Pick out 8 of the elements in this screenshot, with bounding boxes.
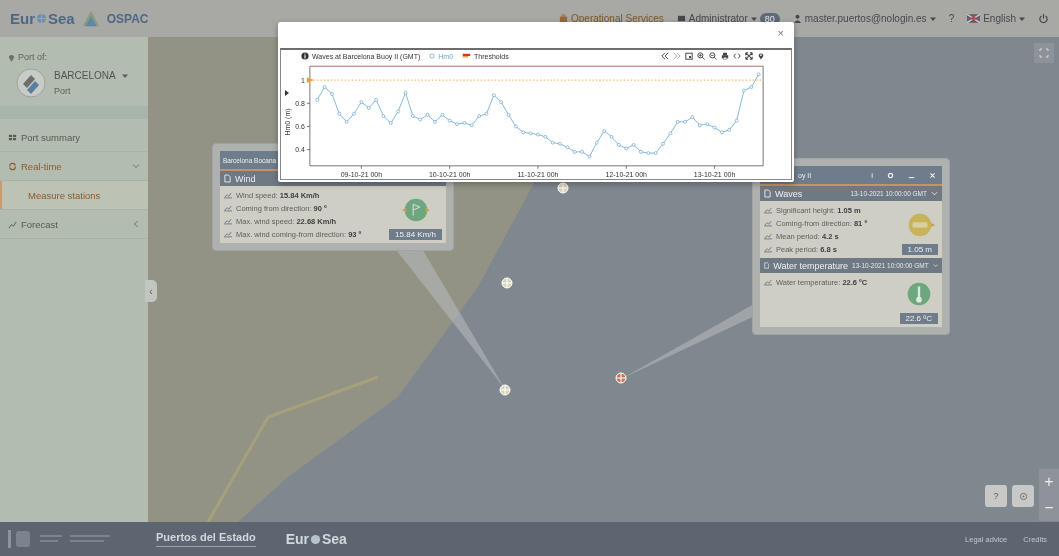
reading-badge: 1.05 m (901, 244, 938, 255)
euresea-logo: Eur Sea (285, 531, 347, 547)
reading-badge: 22.6 ºC (899, 313, 938, 324)
reading-badge: 15.84 Km/h (389, 229, 442, 240)
port-type: Port (54, 86, 72, 96)
port-label: Port of: (18, 52, 47, 62)
ospac-logo-text: OSPAC (106, 11, 149, 26)
puertos-del-estado-logo: Puertos del Estado (156, 531, 256, 547)
